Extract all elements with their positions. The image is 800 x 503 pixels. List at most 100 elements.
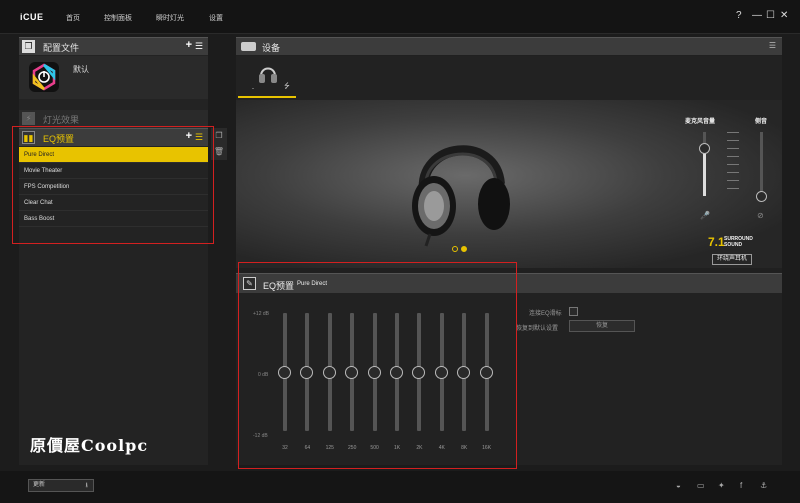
profiles-icon: ❐ — [22, 40, 35, 53]
eq-presets-header: ▮▮ EQ预置 + ☰ — [19, 128, 208, 146]
icue-window: iCUE 首页 控制面板 瞬时灯光 设置 ? — ☐ ✕ ❐ 配置文件 + ☰ — [0, 0, 800, 503]
lighting-effects-header[interactable]: ⚡ 灯光效果 — [19, 110, 208, 128]
nav-instant-lighting[interactable]: 瞬时灯光 — [156, 13, 184, 23]
eq-band-knob[interactable] — [457, 365, 471, 379]
add-profile-icon[interactable]: + — [186, 39, 192, 51]
surround-text-2: SOUND — [724, 242, 743, 248]
eq-presets-menu-icon[interactable]: ☰ — [195, 132, 203, 143]
trash-icon[interactable]: 🗑 — [211, 144, 227, 160]
corsair-icon[interactable]: ⚓ — [760, 481, 767, 490]
eq-band-frequency-label: 500 — [370, 445, 379, 451]
db-mid-label: 0 dB — [258, 372, 269, 378]
mic-volume-ticks — [727, 132, 739, 196]
edit-icon[interactable]: ✎ — [243, 277, 256, 290]
watermark: 原價屋Coolpc — [30, 436, 149, 455]
device-tab-headset[interactable]: - ⭍ — [238, 58, 296, 98]
eq-band-frequency-label: 64 — [304, 445, 311, 451]
profile-item-default[interactable]: 默认 — [19, 56, 208, 99]
title-bar: iCUE 首页 控制面板 瞬时灯光 设置 ? — ☐ ✕ — [0, 0, 800, 34]
eq-band-frequency-label: 16K — [482, 445, 492, 451]
help-icon[interactable]: ? — [736, 11, 742, 21]
link-sliders-label: 连接EQ滑标 — [529, 311, 562, 317]
device-title: 设备 — [262, 43, 281, 53]
sidetone-knob[interactable] — [756, 191, 767, 202]
headset-thumbnail-icon — [259, 67, 277, 83]
eq-band-frequency-label: 1K — [393, 445, 401, 451]
nav-settings[interactable]: 设置 — [209, 13, 223, 23]
profile-name: 默认 — [73, 65, 89, 74]
eq-preset-item[interactable]: Clear Chat — [19, 195, 208, 211]
db-bottom-label: -12 dB — [253, 433, 268, 439]
profiles-menu-icon[interactable]: ☰ — [195, 41, 203, 52]
eq-band-frequency-label: 250 — [348, 445, 357, 451]
device-tab-underline — [238, 96, 296, 98]
status-bar: 更新 ⭳ ◒ ▭ ✦ f ⚓ — [0, 471, 800, 503]
profiles-title: 配置文件 — [43, 43, 80, 53]
eq-band-frequency-label: 8K — [461, 445, 468, 451]
sidetone-track[interactable] — [760, 132, 763, 196]
profiles-header: ❐ 配置文件 + ☰ — [19, 37, 208, 55]
update-label: 更新 — [33, 482, 46, 488]
carousel-dot-1[interactable] — [452, 246, 458, 252]
sidetone-label: 侧音 — [755, 119, 768, 125]
eq-band-frequency-label: 32 — [282, 445, 288, 451]
close-icon[interactable]: ✕ — [780, 11, 788, 21]
chat-icon[interactable]: ▭ — [697, 481, 705, 490]
eq-preset-list: Pure Direct Movie Theater FPS Competition C… — [19, 147, 208, 227]
eq-panel-title: EQ预置 — [263, 281, 295, 291]
preset-actions: ❐ 🗑 — [211, 128, 227, 160]
eq-preset-item[interactable]: Pure Direct — [19, 147, 208, 163]
twitter-icon[interactable]: ✦ — [718, 481, 725, 490]
app-brand: iCUE — [20, 12, 44, 22]
device-tab-status: - — [252, 86, 254, 92]
lighting-effects-title: 灯光效果 — [43, 115, 80, 125]
device-panel: 设备 ☰ - ⭍ 麦克风音量 侧音 🎤 ⊘ 7.1 SURROUND SOUND… — [236, 37, 782, 465]
nav-dashboard[interactable]: 控制面板 — [104, 13, 132, 23]
keyboard-icon — [241, 42, 256, 51]
eq-band-knob[interactable] — [278, 365, 291, 379]
eq-band-knob[interactable] — [322, 365, 336, 379]
eq-preset-item[interactable]: Bass Boost — [19, 211, 208, 227]
link-sliders-checkbox[interactable] — [569, 307, 578, 316]
mic-volume-label: 麦克风音量 — [685, 119, 716, 125]
restore-button[interactable]: 恢复 — [569, 320, 635, 332]
facebook-icon[interactable]: f — [740, 481, 742, 490]
copy-icon[interactable]: ❐ — [211, 128, 227, 144]
headset-image — [412, 145, 510, 247]
device-menu-icon[interactable]: ☰ — [769, 41, 776, 50]
eq-band-knob[interactable] — [345, 365, 359, 379]
eq-panel-header: ✎ EQ预置 Pure Direct — [236, 273, 782, 293]
eq-band-knob[interactable] — [434, 365, 448, 379]
profile-logo-icon — [29, 62, 59, 92]
maximize-icon[interactable]: ☐ — [766, 11, 775, 21]
eq-band-knob[interactable] — [412, 365, 426, 379]
eq-preset-item[interactable]: FPS Competition — [19, 179, 208, 195]
carousel-dot-2[interactable] — [461, 246, 467, 252]
surround-toggle[interactable]: 环绕声耳机 — [712, 254, 752, 265]
restore-default-label: 恢复到默认设置 — [516, 326, 559, 332]
eq-band-knob[interactable] — [479, 365, 493, 379]
db-top-label: +12 dB — [253, 311, 269, 317]
eq-presets-title: EQ预置 — [43, 134, 75, 144]
eq-preset-item[interactable]: Movie Theater — [19, 163, 208, 179]
eq-band-knob[interactable] — [390, 365, 403, 379]
device-tabs: - ⭍ — [236, 56, 782, 100]
device-header: 设备 ☰ — [236, 37, 782, 55]
sidetone-muted-icon: ⊘ — [757, 211, 764, 220]
nav-home[interactable]: 首页 — [66, 13, 80, 23]
eq-band-knob[interactable] — [300, 365, 314, 379]
device-stage: 麦克风音量 侧音 🎤 ⊘ 7.1 SURROUND SOUND 环绕声耳机 — [236, 100, 782, 268]
minimize-icon[interactable]: — — [752, 11, 762, 21]
reddit-icon[interactable]: ◒ — [676, 481, 681, 490]
mic-volume-knob[interactable] — [699, 143, 710, 154]
eq-band-frequency-label: 125 — [325, 445, 334, 451]
eq-band-frequency-label: 4K — [438, 445, 445, 451]
update-button[interactable]: 更新 ⭳ — [28, 479, 94, 492]
mic-volume-fill — [703, 148, 706, 196]
left-panel: ❐ 配置文件 + ☰ 默认 ⚡ 灯光效果 ▮▮ EQ预置 + ☰ Pure Di… — [19, 37, 208, 465]
equalizer-icon: ▮▮ — [22, 131, 35, 144]
add-eq-preset-icon[interactable]: + — [186, 130, 192, 142]
microphone-icon: 🎤 — [700, 211, 710, 220]
surround-number: 7.1 — [708, 235, 725, 249]
eq-band-knob[interactable] — [367, 365, 381, 379]
